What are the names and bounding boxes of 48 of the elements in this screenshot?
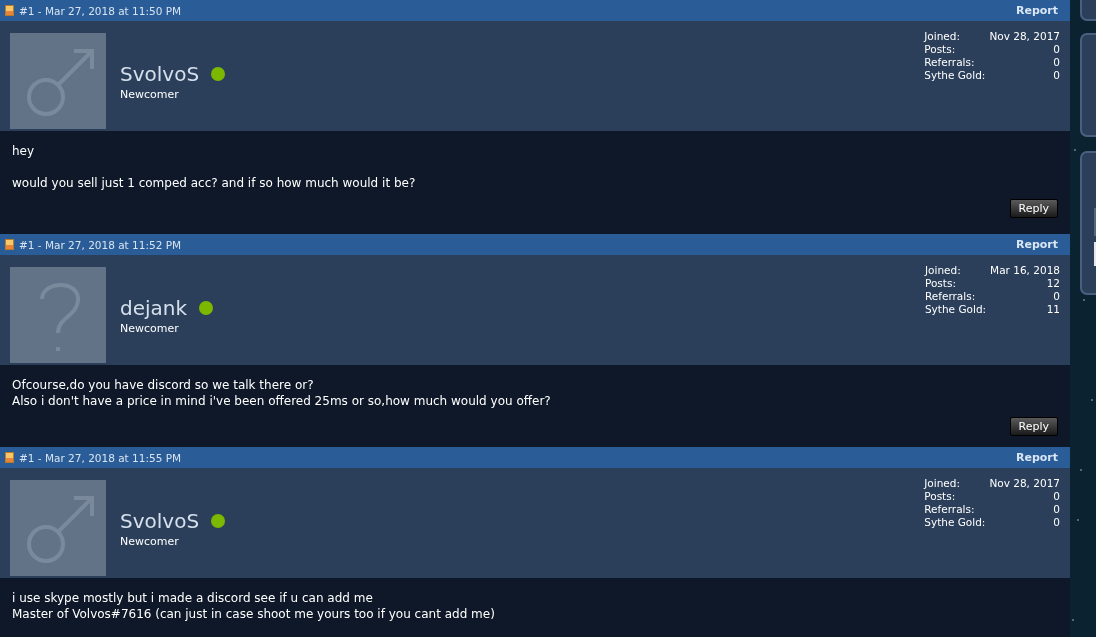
post-date: #1 - Mar 27, 2018 at 11:50 PM bbox=[19, 4, 182, 17]
stat-label: Referrals: bbox=[924, 290, 977, 303]
stat-value: 0 bbox=[1052, 516, 1060, 529]
stat-value: 0 bbox=[1052, 503, 1060, 516]
stat-label: Posts: bbox=[924, 43, 957, 56]
stat-value: 12 bbox=[1045, 277, 1060, 290]
stat-value: 0 bbox=[1052, 43, 1060, 56]
post-icon bbox=[5, 5, 14, 16]
stat-label: Sythe Gold: bbox=[924, 69, 986, 82]
stat-label: Joined: bbox=[924, 264, 962, 277]
post-text: would you sell just 1 comped acc? and if so how much would it be? bbox=[12, 175, 417, 191]
avatar-icon bbox=[10, 480, 106, 576]
stat-value: 0 bbox=[1052, 56, 1060, 69]
stat-value: Nov 28, 2017 bbox=[989, 30, 1060, 43]
stat-label: Sythe Gold: bbox=[924, 516, 986, 529]
stat-value: 0 bbox=[1052, 490, 1060, 503]
post-icon bbox=[5, 452, 14, 463]
stat-value: Nov 28, 2017 bbox=[989, 477, 1060, 490]
stat-label: Referrals: bbox=[924, 503, 976, 516]
user-rank: Newcomer bbox=[120, 534, 180, 548]
stat-value: 0 bbox=[1052, 69, 1060, 82]
post-text: hey bbox=[12, 143, 36, 159]
post-icon bbox=[5, 239, 14, 250]
reply-button[interactable]: Reply bbox=[1009, 199, 1058, 218]
stat-label: Joined: bbox=[924, 30, 962, 43]
stat-label: Sythe Gold: bbox=[924, 303, 987, 316]
stat-label: Posts: bbox=[924, 490, 957, 503]
username[interactable]: SvolvoS bbox=[120, 508, 200, 533]
username[interactable]: SvolvoS bbox=[120, 61, 200, 86]
avatar-icon bbox=[10, 33, 106, 129]
stat-value: 0 bbox=[1052, 290, 1060, 303]
stat-label: Joined: bbox=[924, 477, 962, 490]
report-link[interactable]: Report bbox=[1015, 451, 1058, 464]
report-link[interactable]: Report bbox=[1015, 4, 1058, 17]
post-date: #1 - Mar 27, 2018 at 11:52 PM bbox=[19, 238, 182, 251]
post-text: i use skype mostly but i made a discord see if u can add me Master of Volvos#7616 (can just in case shoot me yours too if you cant add me) bbox=[12, 590, 496, 622]
username[interactable]: dejank bbox=[120, 295, 188, 320]
post-text: Ofcourse,do you have discord so we talk there or? Also i don't have a price in mind i've been offered 25ms or so,how much would you offer? bbox=[12, 377, 552, 409]
stat-value: Mar 16, 2018 bbox=[990, 264, 1060, 277]
user-rank: Newcomer bbox=[120, 321, 180, 335]
stat-value: 11 bbox=[1045, 303, 1060, 316]
avatar-icon bbox=[10, 267, 106, 363]
reply-button[interactable]: Reply bbox=[1009, 417, 1058, 436]
user-rank: Newcomer bbox=[120, 87, 180, 101]
report-link[interactable]: Report bbox=[1015, 238, 1058, 251]
stat-label: Referrals: bbox=[924, 56, 976, 69]
post-date: #1 - Mar 27, 2018 at 11:55 PM bbox=[19, 451, 182, 464]
stat-label: Posts: bbox=[924, 277, 957, 290]
